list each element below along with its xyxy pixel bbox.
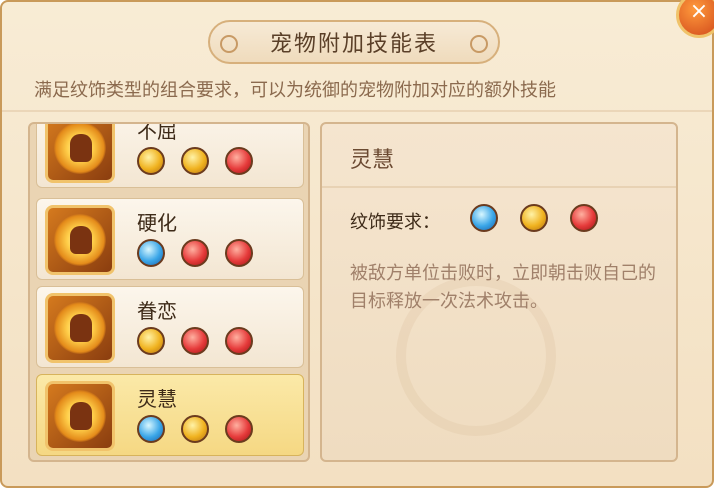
red-gem-icon [181, 239, 209, 267]
panel-title: 宠物附加技能表 [269, 32, 438, 57]
divider [2, 110, 714, 112]
scroll-ornament-icon [220, 35, 238, 53]
red-gem-icon [225, 147, 253, 175]
gem-row [137, 327, 253, 355]
skill-icon [45, 205, 115, 275]
skill-name: 不屈 [137, 122, 177, 143]
gold-gem-icon [137, 327, 165, 355]
gold-gem-icon [181, 147, 209, 175]
skill-name: 灵慧 [137, 387, 177, 411]
title-plate: 宠物附加技能表 [208, 20, 500, 64]
skill-detail-panel: 灵慧 纹饰要求： 被敌方单位击败时，立即朝击败自己的目标释放一次法术攻击。 [320, 122, 678, 462]
red-gem-icon [181, 327, 209, 355]
skill-name: 硬化 [137, 211, 177, 235]
skill-icon [45, 124, 115, 183]
red-gem-icon [225, 239, 253, 267]
detail-title: 灵慧 [350, 148, 395, 173]
skill-list[interactable]: 不屈 硬化 眷恋 灵慧 [28, 122, 310, 462]
blue-gem-icon [137, 239, 165, 267]
gold-gem-icon [181, 415, 209, 443]
red-gem-icon [225, 327, 253, 355]
close-button[interactable]: × [676, 0, 714, 38]
gem-row [137, 147, 253, 175]
skill-icon [45, 381, 115, 451]
detail-divider [322, 186, 676, 188]
gold-gem-icon [137, 147, 165, 175]
blue-gem-icon [470, 204, 498, 232]
red-gem-icon [570, 204, 598, 232]
skill-table-panel: 宠物附加技能表 × 满足纹饰类型的组合要求，可以为统御的宠物附加对应的额外技能 … [0, 0, 714, 488]
requirement-label: 纹饰要求： [350, 212, 440, 233]
skill-item[interactable]: 不屈 [36, 122, 304, 188]
skill-name: 眷恋 [137, 299, 177, 323]
scroll-ornament-icon [470, 35, 488, 53]
gold-gem-icon [520, 204, 548, 232]
blue-gem-icon [137, 415, 165, 443]
skill-icon [45, 293, 115, 363]
skill-description: 被敌方单位击败时，立即朝击败自己的目标释放一次法术攻击。 [350, 263, 656, 312]
subtitle: 满足纹饰类型的组合要求，可以为统御的宠物附加对应的额外技能 [34, 80, 556, 101]
requirement-gems [470, 204, 598, 232]
gem-row [137, 415, 253, 443]
gem-row [137, 239, 253, 267]
skill-item[interactable]: 眷恋 [36, 286, 304, 368]
red-gem-icon [225, 415, 253, 443]
skill-item-selected[interactable]: 灵慧 [36, 374, 304, 456]
skill-item[interactable]: 硬化 [36, 198, 304, 280]
